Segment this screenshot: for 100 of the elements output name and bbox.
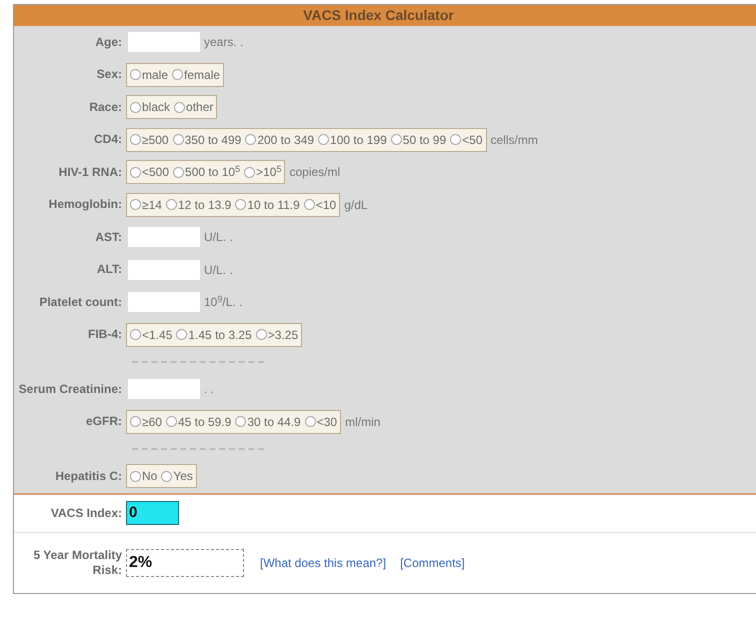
radio-option[interactable]: ≥500	[130, 130, 169, 149]
radio-button[interactable]	[450, 134, 462, 146]
risk-value: 2%	[126, 548, 244, 576]
radio-button[interactable]	[172, 134, 184, 146]
option-label: black	[142, 99, 170, 116]
radio-option[interactable]: 45 to 59.9	[166, 412, 232, 431]
input-field[interactable]	[128, 292, 200, 312]
radio-option[interactable]: <50	[450, 130, 482, 149]
option-label: other	[186, 99, 214, 116]
field-label: AST:	[94, 230, 123, 245]
radio-button[interactable]	[235, 416, 246, 428]
option-label: <50	[462, 132, 482, 149]
radio-option[interactable]: 200 to 349	[245, 130, 314, 149]
option-label: female	[184, 66, 220, 84]
link[interactable]: [What does this mean?]	[260, 554, 386, 572]
option-label: <30	[316, 414, 338, 431]
radio-button[interactable]	[130, 416, 141, 428]
radio-button[interactable]	[176, 329, 188, 340]
link[interactable]: [Comments]	[400, 554, 465, 572]
option-label: 30 to 44.9	[247, 414, 301, 431]
radio-option[interactable]: 100 to 199	[318, 130, 387, 149]
radio-option[interactable]: 50 to 99	[390, 130, 446, 149]
radio-button[interactable]	[130, 470, 141, 482]
radio-option[interactable]: <30	[304, 412, 338, 431]
radio-option[interactable]: <500	[130, 163, 170, 182]
field-label: eGFR:	[85, 414, 123, 430]
radio-option[interactable]: ≥60	[130, 412, 162, 431]
radio-button[interactable]	[304, 416, 316, 428]
radio-option[interactable]: 500 to 10$^{5}$	[173, 163, 240, 182]
radio-option[interactable]: other	[174, 98, 214, 116]
field-label: Platelet count:	[38, 294, 123, 310]
index-value: 0	[126, 501, 179, 525]
radio-button[interactable]	[130, 199, 141, 210]
input-field[interactable]	[128, 260, 200, 280]
radio-button[interactable]	[318, 134, 330, 146]
radio-button[interactable]	[390, 134, 402, 146]
unit-label: U/L. .	[204, 262, 233, 279]
radio-button[interactable]	[130, 329, 141, 340]
input-field[interactable]	[128, 227, 200, 248]
option-label: 100 to 199	[330, 132, 387, 149]
option-label: 1.45 to 3.25	[188, 326, 252, 344]
radio-option[interactable]: No	[130, 467, 158, 486]
radio-option[interactable]: female	[172, 66, 220, 84]
radio-button[interactable]	[245, 134, 256, 146]
option-label: ≥60	[142, 414, 162, 431]
field-label: FIB-4:	[87, 327, 123, 342]
radio-button[interactable]	[166, 416, 177, 428]
field-label: Hepatitis C:	[54, 468, 123, 484]
radio-option[interactable]: 30 to 44.9	[235, 412, 301, 431]
option-label: <10	[316, 196, 336, 214]
field-label: Sex:	[96, 67, 123, 82]
radio-option[interactable]: Yes	[161, 467, 193, 486]
radio-button[interactable]	[130, 134, 141, 146]
option-label: ≥500	[142, 132, 169, 149]
unit-label: 10$^{9}$/L. .	[204, 293, 242, 312]
field-label: ALT:	[96, 262, 123, 278]
option-label: No	[142, 468, 158, 486]
option-label: 12 to 13.9	[178, 196, 232, 214]
radio-option[interactable]: <1.45	[130, 326, 172, 344]
field-label: Age:	[94, 34, 123, 50]
radio-button[interactable]	[130, 69, 141, 80]
input-field[interactable]	[128, 32, 200, 52]
option-label: 350 to 499	[184, 132, 242, 149]
option-label: >10$^{5}$	[256, 163, 282, 182]
field-label: 5 Year Mortality Risk:	[32, 548, 123, 578]
unit-label: g/dL	[344, 196, 368, 214]
radio-option[interactable]: 350 to 499	[172, 130, 242, 149]
option-label: 200 to 349	[257, 132, 314, 149]
radio-option[interactable]: <10	[304, 196, 336, 214]
field-label: Hemoglobin:	[48, 197, 123, 212]
unit-label: copies/ml	[289, 164, 340, 182]
radio-button[interactable]	[304, 199, 315, 210]
input-field[interactable]	[128, 379, 200, 400]
field-label: VACS Index:	[50, 506, 123, 520]
radio-option[interactable]: 10 to 11.9	[235, 196, 300, 214]
radio-option[interactable]: >10$^{5}$	[244, 163, 282, 182]
radio-button[interactable]	[235, 199, 246, 210]
radio-option[interactable]: ≥14	[130, 196, 162, 214]
radio-button[interactable]	[166, 199, 177, 210]
radio-option[interactable]: black	[130, 98, 170, 116]
option-label: 500 to 10$^{5}$	[185, 163, 240, 182]
radio-option[interactable]: 1.45 to 3.25	[176, 326, 252, 344]
unit-label: . .	[204, 381, 214, 398]
radio-button[interactable]	[130, 102, 141, 113]
radio-button[interactable]	[244, 166, 256, 178]
radio-button[interactable]	[161, 470, 172, 482]
radio-option[interactable]: 12 to 13.9	[166, 196, 232, 214]
option-label: Yes	[173, 468, 193, 486]
option-label: 10 to 11.9	[247, 196, 300, 214]
radio-option[interactable]: male	[130, 66, 168, 84]
field-label: Race:	[88, 100, 123, 115]
radio-option[interactable]: >3.25	[256, 326, 298, 344]
unit-label: years. .	[204, 34, 244, 52]
radio-button[interactable]	[174, 102, 186, 113]
option-label: <1.45	[142, 326, 172, 344]
radio-button[interactable]	[130, 166, 141, 178]
radio-button[interactable]	[256, 329, 267, 340]
radio-button[interactable]	[172, 69, 184, 80]
title-bar: VACS Index Calculator	[14, 5, 756, 26]
radio-button[interactable]	[173, 166, 184, 178]
